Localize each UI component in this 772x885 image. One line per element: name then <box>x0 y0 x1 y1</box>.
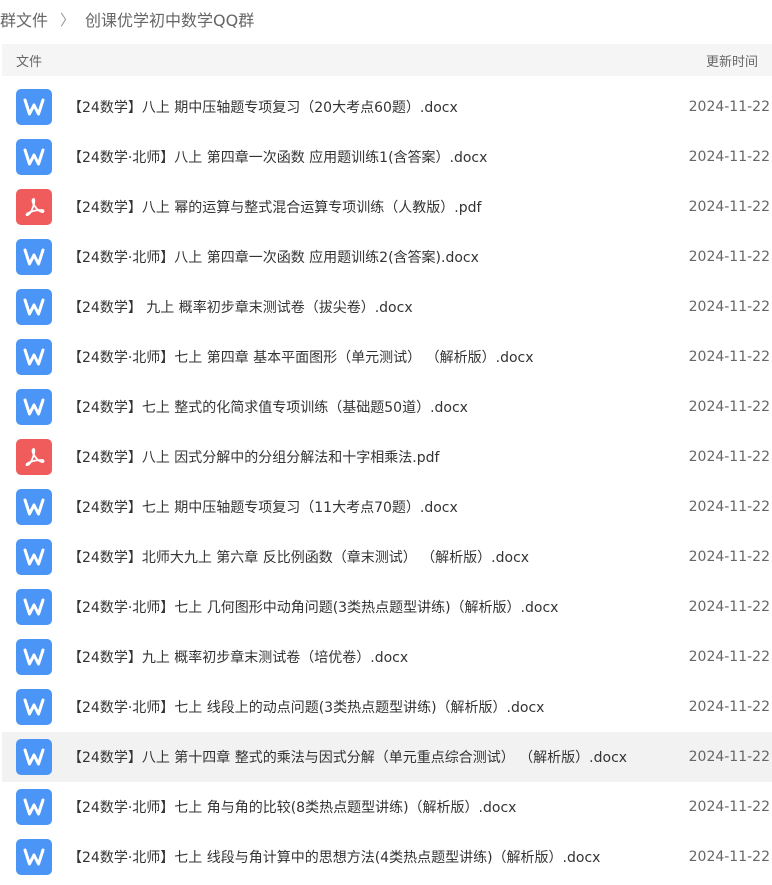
breadcrumb-current: 创课优学初中数学QQ群 <box>85 11 255 30</box>
file-name[interactable]: 【24数学】九上 概率初步章末测试卷（培优卷）.docx <box>68 647 681 667</box>
file-row[interactable]: 【24数学·北师】七上 几何图形中动角问题(3类热点题型讲练)（解析版）.doc… <box>2 582 772 632</box>
word-icon <box>16 489 52 525</box>
file-row[interactable]: 【24数学】北师大九上 第六章 反比例函数（章末测试） （解析版）.docx 20… <box>2 532 772 582</box>
word-icon <box>16 389 52 425</box>
file-row[interactable]: 【24数学·北师】七上 角与角的比较(8类热点题型讲练)（解析版）.docx 20… <box>2 782 772 832</box>
file-date: 2024-11-22 <box>688 99 770 115</box>
word-icon <box>16 639 52 675</box>
file-date: 2024-11-22 <box>688 199 770 215</box>
file-name[interactable]: 【24数学】七上 整式的化简求值专项训练（基础题50道）.docx <box>68 397 681 417</box>
file-date: 2024-11-22 <box>688 399 770 415</box>
file-name[interactable]: 【24数学·北师】七上 角与角的比较(8类热点题型讲练)（解析版）.docx <box>68 797 681 817</box>
file-list-header: 文件 更新时间 <box>2 44 772 76</box>
column-header-time[interactable]: 更新时间 <box>706 51 758 70</box>
file-row[interactable]: 【24数学】八上 幂的运算与整式混合运算专项训练（人教版）.pdf 2024-11… <box>2 182 772 232</box>
breadcrumb-root[interactable]: 群文件 <box>0 7 48 31</box>
pdf-icon <box>16 189 52 225</box>
file-name[interactable]: 【24数学·北师】七上 几何图形中动角问题(3类热点题型讲练)（解析版）.doc… <box>68 597 681 617</box>
file-name[interactable]: 【24数学】北师大九上 第六章 反比例函数（章末测试） （解析版）.docx <box>68 547 681 567</box>
breadcrumb-separator-icon: 〉 <box>60 10 76 29</box>
file-date: 2024-11-22 <box>688 749 770 765</box>
file-row[interactable]: 【24数学】八上 期中压轴题专项复习（20大考点60题）.docx 2024-11… <box>2 82 772 132</box>
file-row[interactable]: 【24数学·北师】八上 第四章一次函数 应用题训练1(含答案）.docx 2024… <box>2 132 772 182</box>
file-row[interactable]: 【24数学】八上 第十四章 整式的乘法与因式分解（单元重点综合测试） （解析版）… <box>2 732 772 782</box>
file-name[interactable]: 【24数学·北师】七上 线段与角计算中的思想方法(4类热点题型讲练)（解析版）.… <box>68 847 681 867</box>
file-date: 2024-11-22 <box>688 699 770 715</box>
file-date: 2024-11-22 <box>688 299 770 315</box>
word-icon <box>16 289 52 325</box>
file-name[interactable]: 【24数学】八上 因式分解中的分组分解法和十字相乘法.pdf <box>68 447 681 467</box>
file-name[interactable]: 【24数学】八上 第十四章 整式的乘法与因式分解（单元重点综合测试） （解析版）… <box>68 747 681 767</box>
file-row[interactable]: 【24数学】 九上 概率初步章末测试卷（拔尖卷）.docx 2024-11-22 <box>2 282 772 332</box>
file-date: 2024-11-22 <box>688 499 770 515</box>
file-name[interactable]: 【24数学·北师】八上 第四章一次函数 应用题训练1(含答案）.docx <box>68 147 681 167</box>
breadcrumb: 群文件 〉 创课优学初中数学QQ群 <box>0 0 772 38</box>
file-date: 2024-11-22 <box>688 249 770 265</box>
file-row[interactable]: 【24数学·北师】七上 线段与角计算中的思想方法(4类热点题型讲练)（解析版）.… <box>2 832 772 882</box>
word-icon <box>16 739 52 775</box>
file-date: 2024-11-22 <box>688 799 770 815</box>
word-icon <box>16 339 52 375</box>
pdf-icon <box>16 439 52 475</box>
word-icon <box>16 539 52 575</box>
file-date: 2024-11-22 <box>688 349 770 365</box>
file-name[interactable]: 【24数学·北师】七上 线段上的动点问题(3类热点题型讲练)（解析版）.docx <box>68 697 681 717</box>
word-icon <box>16 239 52 275</box>
word-icon <box>16 89 52 125</box>
file-date: 2024-11-22 <box>688 449 770 465</box>
word-icon <box>16 589 52 625</box>
word-icon <box>16 839 52 875</box>
file-name[interactable]: 【24数学】八上 幂的运算与整式混合运算专项训练（人教版）.pdf <box>68 197 681 217</box>
file-date: 2024-11-22 <box>688 149 770 165</box>
word-icon <box>16 139 52 175</box>
column-header-name[interactable]: 文件 <box>16 51 42 70</box>
file-row[interactable]: 【24数学·北师】七上 线段上的动点问题(3类热点题型讲练)（解析版）.docx… <box>2 682 772 732</box>
file-row[interactable]: 【24数学】七上 整式的化简求值专项训练（基础题50道）.docx 2024-11… <box>2 382 772 432</box>
file-row[interactable]: 【24数学·北师】七上 第四章 基本平面图形（单元测试） （解析版）.docx 2… <box>2 332 772 382</box>
file-name[interactable]: 【24数学】七上 期中压轴题专项复习（11大考点70题）.docx <box>68 497 681 517</box>
file-name[interactable]: 【24数学】八上 期中压轴题专项复习（20大考点60题）.docx <box>68 97 681 117</box>
file-date: 2024-11-22 <box>688 549 770 565</box>
file-date: 2024-11-22 <box>688 849 770 865</box>
word-icon <box>16 789 52 825</box>
file-row[interactable]: 【24数学】七上 期中压轴题专项复习（11大考点70题）.docx 2024-11… <box>2 482 772 532</box>
file-date: 2024-11-22 <box>688 649 770 665</box>
word-icon <box>16 689 52 725</box>
file-name[interactable]: 【24数学】 九上 概率初步章末测试卷（拔尖卷）.docx <box>68 297 681 317</box>
file-row[interactable]: 【24数学】九上 概率初步章末测试卷（培优卷）.docx 2024-11-22 <box>2 632 772 682</box>
file-date: 2024-11-22 <box>688 599 770 615</box>
file-list: 【24数学】八上 期中压轴题专项复习（20大考点60题）.docx 2024-11… <box>2 82 772 882</box>
file-name[interactable]: 【24数学·北师】七上 第四章 基本平面图形（单元测试） （解析版）.docx <box>68 347 681 367</box>
file-name[interactable]: 【24数学·北师】八上 第四章一次函数 应用题训练2(含答案).docx <box>68 247 681 267</box>
file-row[interactable]: 【24数学·北师】八上 第四章一次函数 应用题训练2(含答案).docx 2024… <box>2 232 772 282</box>
file-row[interactable]: 【24数学】八上 因式分解中的分组分解法和十字相乘法.pdf 2024-11-22 <box>2 432 772 482</box>
